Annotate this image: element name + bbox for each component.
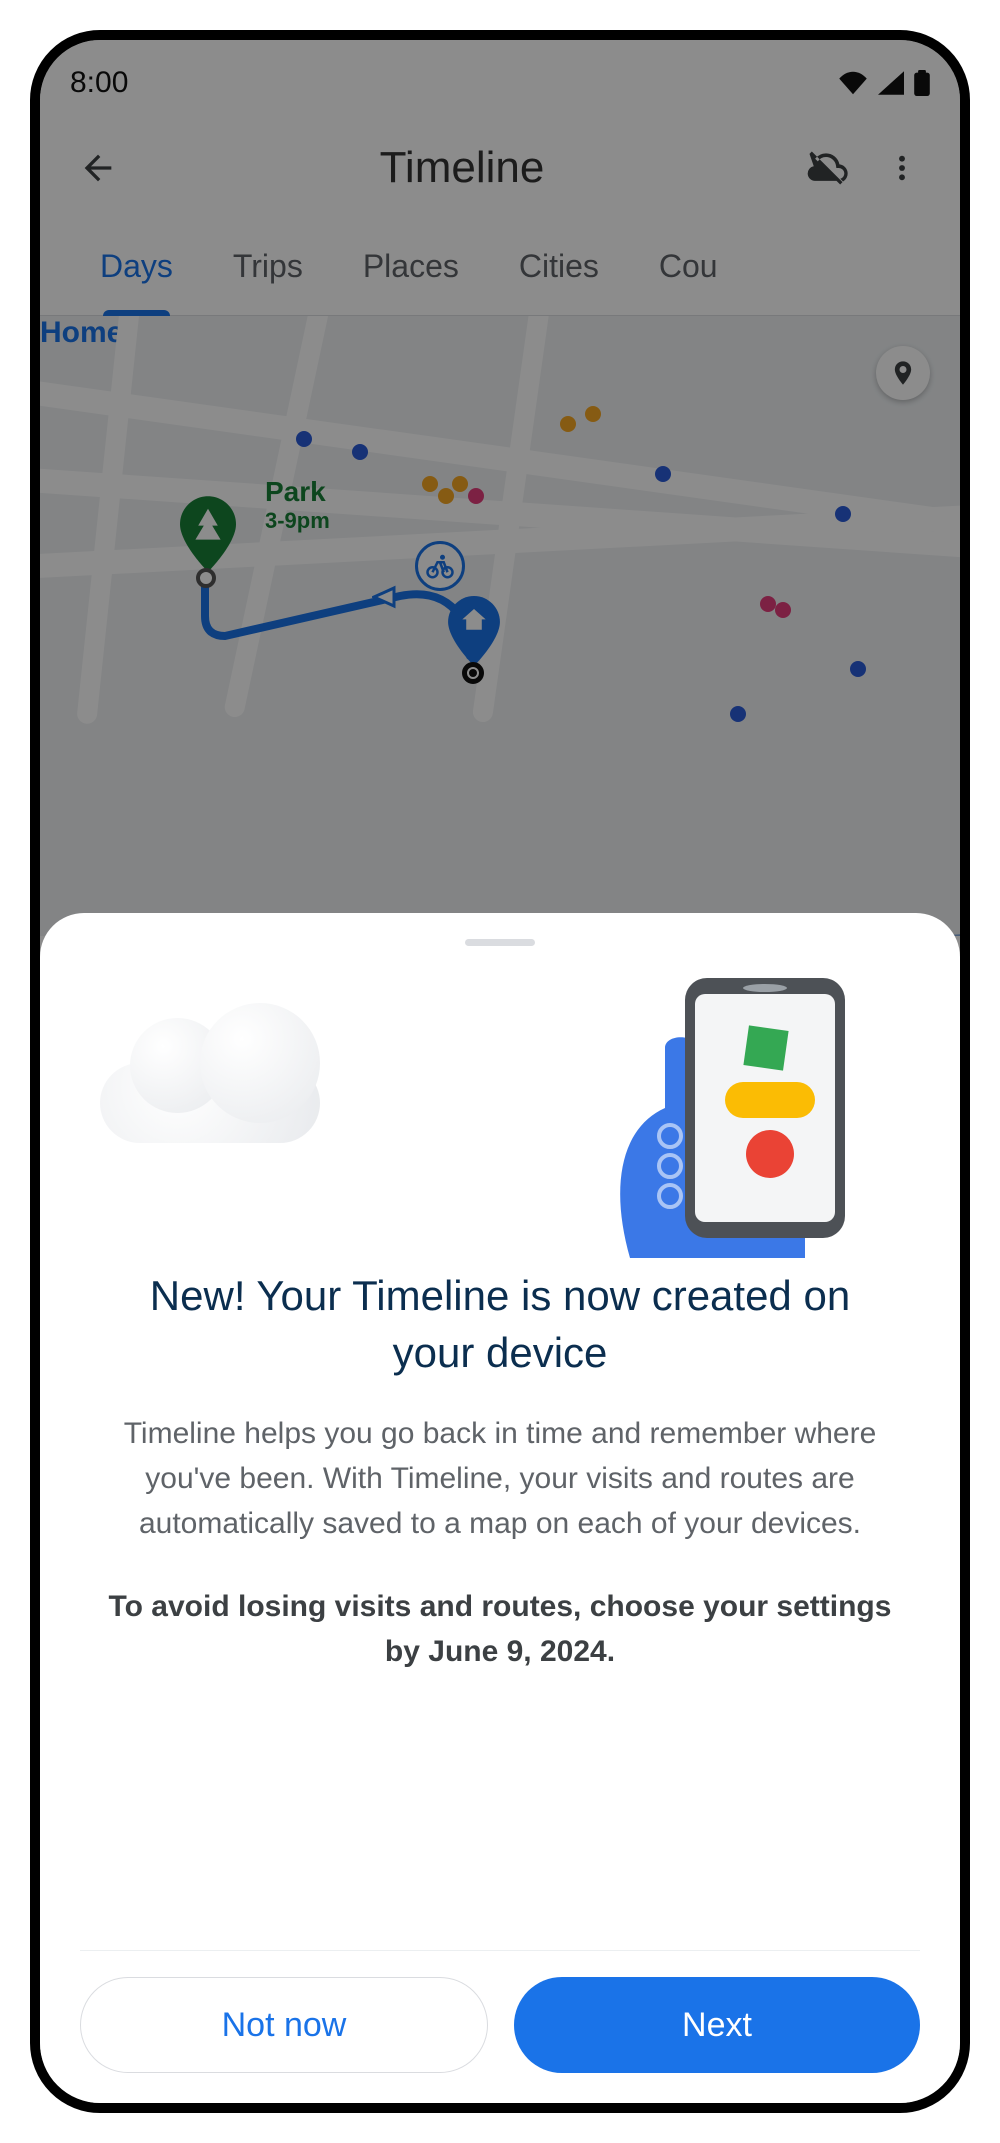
button-label: Next — [682, 2006, 752, 2045]
not-now-button[interactable]: Not now — [80, 1977, 488, 2073]
sheet-grabber[interactable] — [465, 939, 535, 946]
sheet-title: New! Your Timeline is now created on you… — [80, 1258, 920, 1411]
next-button[interactable]: Next — [514, 1977, 920, 2073]
button-label: Not now — [222, 2006, 347, 2045]
sheet-actions: Not now Next — [80, 1950, 920, 2073]
sheet-hero — [80, 958, 920, 1258]
cloud-illustration — [100, 1013, 320, 1143]
phone-hand-illustration — [570, 958, 900, 1258]
bottom-sheet: New! Your Timeline is now created on you… — [40, 913, 960, 2103]
sheet-body: Timeline helps you go back in time and r… — [80, 1411, 920, 1584]
sheet-emphasis: To avoid losing visits and routes, choos… — [80, 1584, 920, 1684]
device-frame: 8:00 Timeline — [30, 30, 970, 2113]
